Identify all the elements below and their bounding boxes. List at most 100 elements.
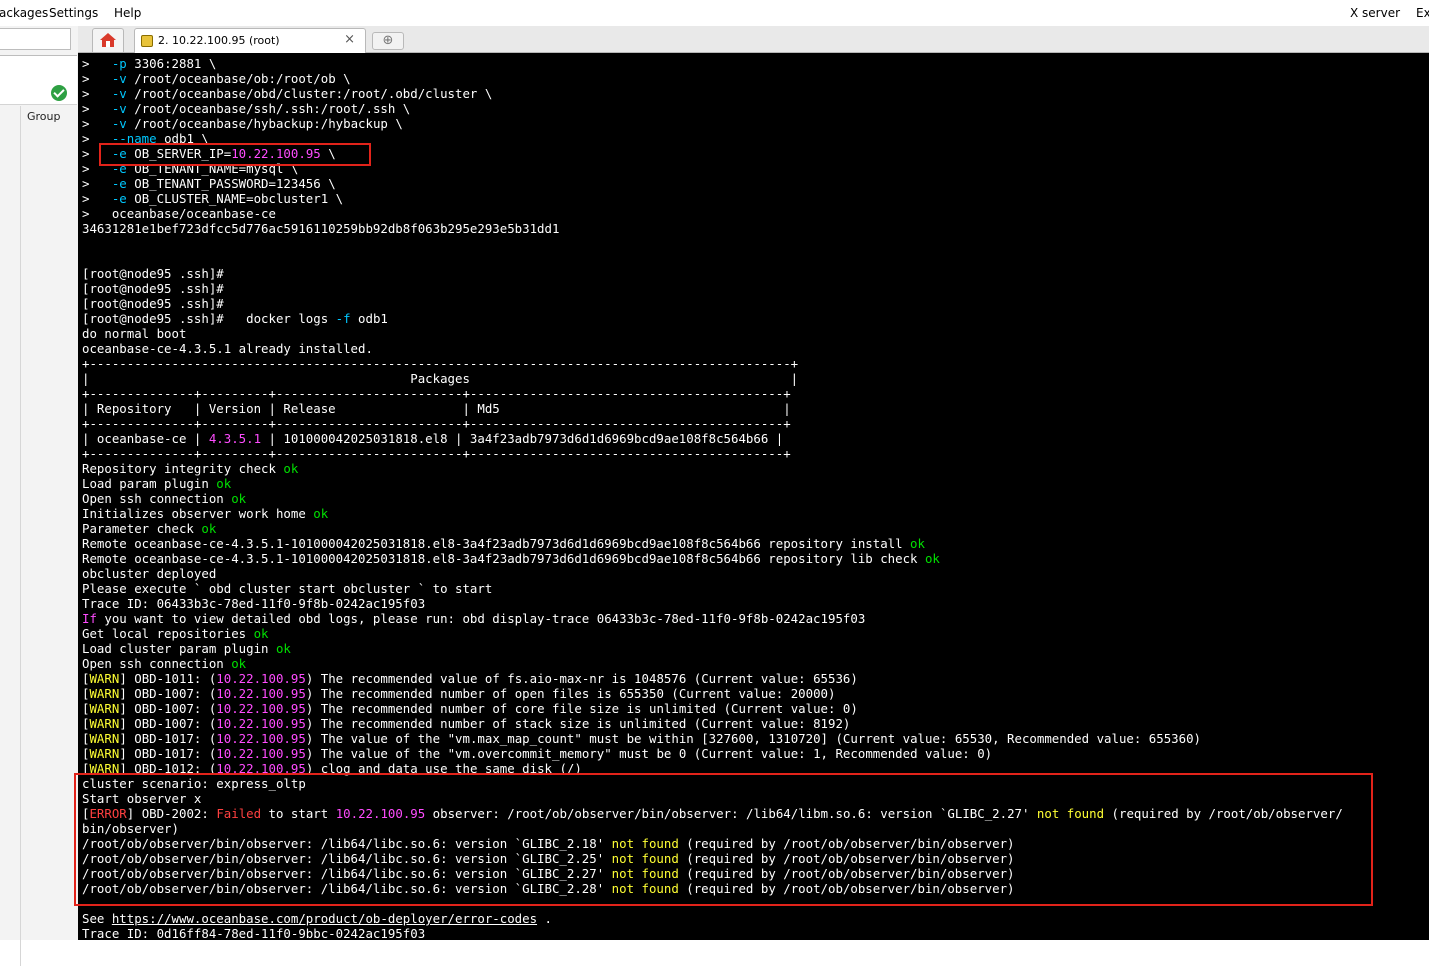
menu-packages[interactable]: ackages [0, 6, 48, 20]
terminal-line: | Packages | [82, 371, 1343, 386]
terminal-text: ) The recommended number of stack size i… [305, 716, 851, 731]
terminal-text: > [82, 101, 97, 116]
exit-button[interactable]: Ex [1416, 6, 1429, 20]
terminal-text: -v [96, 116, 135, 131]
terminal-line: [WARN] OBD-1007: (10.22.100.95) The reco… [82, 701, 1343, 716]
terminal-link[interactable]: https://www.oceanbase.com/product/ob-dep… [112, 911, 537, 926]
terminal-line: +---------------------------------------… [82, 356, 1343, 371]
terminal-text: [root@node95 .ssh]# docker logs [82, 311, 336, 326]
terminal-text: ok [313, 506, 329, 521]
terminal-text: Trace ID: 0d16ff84-78ed-11f0-9bbc-0242ac… [82, 926, 426, 940]
home-icon [100, 33, 116, 47]
terminal-line: +--------------+---------+--------------… [82, 386, 1343, 401]
terminal-text: ok [216, 476, 232, 491]
terminal-line: [WARN] OBD-1017: (10.22.100.95) The valu… [82, 731, 1343, 746]
terminal-text: 4.3.5.1 [208, 431, 262, 446]
menu-settings[interactable]: Settings [49, 6, 98, 20]
terminal-text: ok [201, 521, 217, 536]
key-icon [141, 35, 153, 47]
check-icon [51, 85, 67, 101]
terminal-text: Please execute ` obd cluster start obclu… [82, 581, 493, 596]
terminal-text: > [82, 191, 97, 206]
terminal-text: > [82, 131, 97, 146]
terminal-text: [root@node95 .ssh]# [82, 296, 224, 311]
highlight-box-server-ip [99, 143, 371, 166]
terminal-line: > -v /root/oceanbase/ob:/root/ob \ [82, 71, 1343, 86]
terminal-line: [WARN] OBD-1007: (10.22.100.95) The reco… [82, 716, 1343, 731]
terminal-text: WARN [89, 686, 120, 701]
terminal-text: Parameter check [82, 521, 202, 536]
terminal-text: Open ssh connection [82, 656, 232, 671]
terminal-text: . [537, 911, 552, 926]
terminal-text: | 101000042025031818.el8 | 3a4f23adb7973… [261, 431, 784, 446]
terminal-text: do normal boot [82, 326, 187, 341]
xserver-button[interactable]: X server [1350, 6, 1400, 20]
menu-help[interactable]: Help [114, 6, 141, 20]
terminal-line: [root@node95 .ssh]# docker logs -f odb1 [82, 311, 1343, 326]
terminal-text: WARN [89, 716, 120, 731]
terminal-text: > [82, 86, 97, 101]
terminal-text: > [82, 116, 97, 131]
terminal-line: do normal boot [82, 326, 1343, 341]
terminal-line: > -v /root/oceanbase/hybackup:/hybackup … [82, 116, 1343, 131]
terminal-text: /root/oceanbase/ssh/.ssh:/root/.ssh \ [134, 101, 411, 116]
terminal-text: Remote oceanbase-ce-4.3.5.1-101000042025… [82, 551, 925, 566]
terminal-text: 3306:2881 \ [134, 56, 217, 71]
terminal-text: /root/oceanbase/ob:/root/ob \ [134, 71, 351, 86]
terminal-line: See https://www.oceanbase.com/product/ob… [82, 911, 1343, 926]
terminal-text: > [82, 176, 97, 191]
terminal-text: ok [231, 656, 247, 671]
terminal-line: 34631281e1bef723dfcc5d776ac5916110259bb9… [82, 221, 1343, 236]
terminal-text: -v [96, 86, 135, 101]
terminal-line: > -e OB_TENANT_PASSWORD=123456 \ [82, 176, 1343, 191]
terminal-text: ] OBD-1007: ( [119, 686, 217, 701]
sidebar-field[interactable] [0, 55, 77, 83]
terminal-line: [root@node95 .ssh]# [82, 281, 1343, 296]
terminal-line: obcluster deployed [82, 566, 1343, 581]
terminal-text: /root/oceanbase/obd/cluster:/root/.obd/c… [134, 86, 493, 101]
tab-session[interactable]: 2. 10.22.100.95 (root) × [134, 28, 366, 53]
tab-bar: 2. 10.22.100.95 (root) × ⊕ [78, 26, 1429, 53]
sidebar-search-input[interactable] [0, 28, 71, 50]
terminal-text: 10.22.100.95 [216, 716, 306, 731]
terminal-text: -v [96, 101, 135, 116]
terminal-text: +--------------+---------+--------------… [82, 386, 791, 401]
terminal-line: [WARN] OBD-1007: (10.22.100.95) The reco… [82, 686, 1343, 701]
terminal-text: ok [275, 641, 291, 656]
terminal-text: WARN [89, 701, 120, 716]
terminal-text: > [82, 56, 97, 71]
terminal-line: [WARN] OBD-1017: (10.22.100.95) The valu… [82, 746, 1343, 761]
terminal-line: Remote oceanbase-ce-4.3.5.1-101000042025… [82, 551, 1343, 566]
terminal-line: > -v /root/oceanbase/ssh/.ssh:/root/.ssh… [82, 101, 1343, 116]
terminal-text: 10.22.100.95 [216, 731, 306, 746]
terminal-text: 10.22.100.95 [216, 746, 306, 761]
terminal-text: ] OBD-1017: ( [119, 731, 217, 746]
terminal-text: [root@node95 .ssh]# [82, 266, 224, 281]
terminal-text: | oceanbase-ce | [82, 431, 209, 446]
terminal-text: If [82, 611, 97, 626]
terminal-text: -e [96, 176, 135, 191]
menu-bar: ackages Settings Help X server Ex [0, 0, 1429, 26]
new-tab-button[interactable]: ⊕ [372, 32, 404, 50]
terminal-text: ] OBD-1007: ( [119, 716, 217, 731]
terminal-text: 34631281e1bef723dfcc5d776ac5916110259bb9… [82, 221, 560, 236]
terminal-text: -v [96, 71, 135, 86]
terminal-text: ] OBD-1017: ( [119, 746, 217, 761]
terminal-text: Load cluster param plugin [82, 641, 276, 656]
terminal-text: > [82, 146, 97, 161]
close-icon[interactable]: × [344, 32, 355, 47]
terminal-text: obcluster deployed [82, 566, 217, 581]
terminal-text: OB_CLUSTER_NAME=obcluster1 \ [134, 191, 344, 206]
terminal-text: WARN [89, 671, 120, 686]
terminal-line: If you want to view detailed obd logs, p… [82, 611, 1343, 626]
terminal-text: -p [96, 56, 135, 71]
group-column-header[interactable]: Group [27, 110, 61, 123]
terminal-text: > [82, 161, 97, 176]
tab-home[interactable] [92, 28, 124, 52]
terminal-line: Please execute ` obd cluster start obclu… [82, 581, 1343, 596]
highlight-box-error [74, 773, 1373, 906]
terminal-line: Get local repositories ok [82, 626, 1343, 641]
terminal-line: > oceanbase/oceanbase-ce [82, 206, 1343, 221]
